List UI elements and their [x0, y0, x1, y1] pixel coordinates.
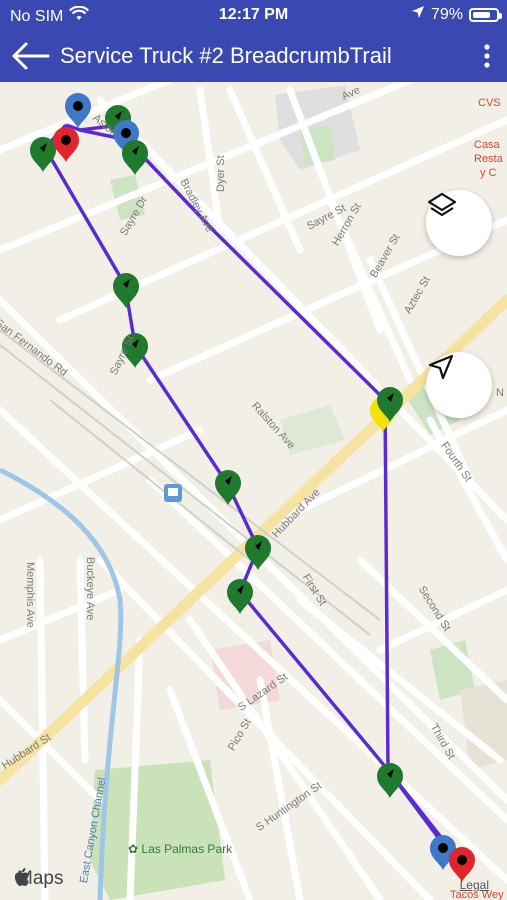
page-title: Service Truck #2 BreadcrumbTrail: [60, 43, 392, 68]
battery-percent: 79%: [430, 5, 463, 23]
battery-fill: [473, 11, 491, 18]
apple-maps-attribution: Maps: [14, 868, 63, 890]
legal-link[interactable]: Legal: [460, 878, 489, 892]
battery-icon: [469, 7, 502, 22]
map-view[interactable]: Sayre Dr Dyer St Sayre St Herron St Beav…: [0, 82, 507, 900]
restaurant-label-3: y C: [480, 167, 497, 179]
restaurant-label-2: Resta: [474, 153, 503, 165]
street-label: Dyer St: [215, 155, 227, 192]
street-label: N: [496, 387, 504, 399]
app-bar: Service Truck #2 BreadcrumbTrail: [0, 30, 507, 82]
location-arrow-icon: [411, 5, 425, 24]
park-icon: ✿: [128, 842, 139, 856]
back-button[interactable]: [0, 30, 60, 82]
map-layers-button[interactable]: [426, 190, 492, 256]
street-label: Memphis Ave: [24, 562, 36, 628]
more-options-button[interactable]: [467, 30, 507, 82]
battery-group: 79%: [411, 5, 502, 24]
navigation-arrow-icon: [428, 354, 454, 380]
more-vertical-icon: [484, 44, 490, 68]
park-name: Las Palmas Park: [141, 842, 233, 856]
transit-station-window: [168, 488, 178, 496]
store-label: CVS: [478, 97, 501, 109]
my-location-button[interactable]: [426, 352, 492, 418]
street-label: Buckeye Ave: [84, 557, 96, 621]
status-bar: No SIM 12:17 PM 79%: [0, 0, 507, 30]
back-arrow-icon: [12, 42, 50, 70]
layers-icon: [427, 192, 457, 217]
restaurant-label: Casa: [474, 139, 500, 151]
park-label: ✿ Las Palmas Park: [128, 842, 232, 856]
